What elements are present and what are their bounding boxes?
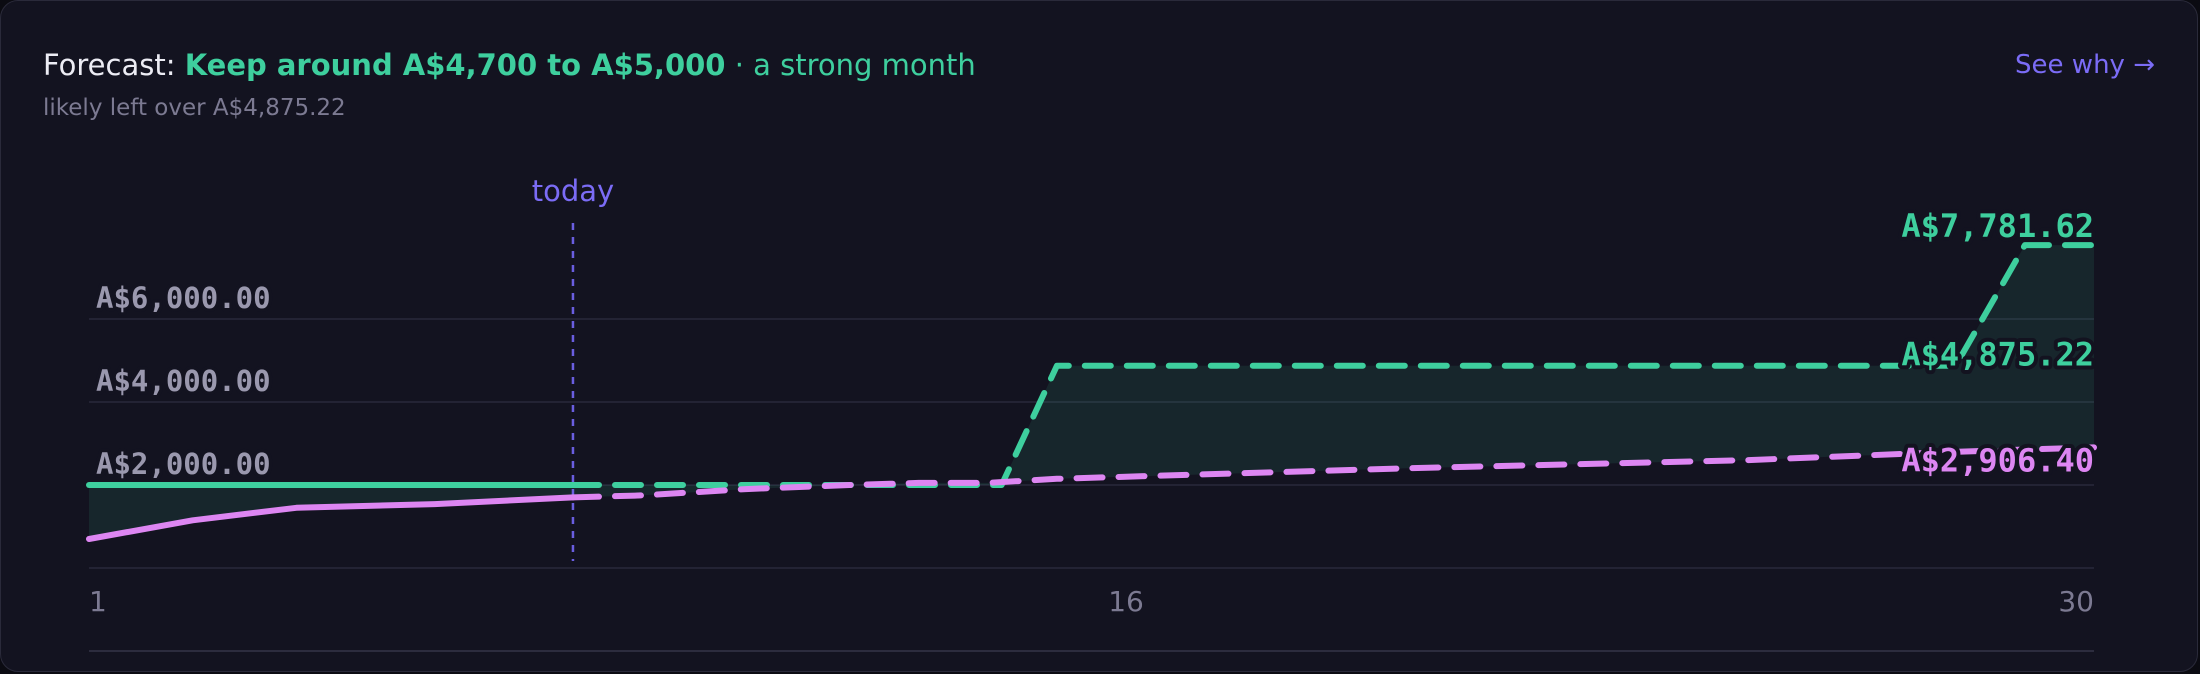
x-tick-label: 30 [2058,585,2094,618]
end-value-label: A$7,781.62 [1901,207,2094,245]
y-tick-label: A$6,000.00 [96,281,271,315]
y-tick-label: A$4,000.00 [96,364,271,398]
forecast-area-fill [89,245,2094,539]
x-tick-label: 1 [89,585,107,618]
today-marker: today [532,174,614,561]
forecast-area [89,245,2094,539]
end-value-label: A$4,875.22 [1901,336,2094,374]
y-tick-labels: A$6,000.00 A$4,000.00 A$2,000.00 [93,278,275,485]
x-tick-labels: 1 16 30 [89,585,2094,618]
forecast-chart: today A$6,000.00 A$4,000.00 A$2,000.00 1 16… [86,174,2098,652]
today-label: today [532,174,614,208]
y-tick-label: A$2,000.00 [96,447,271,481]
forecast-card: Forecast: Keep around A$4,700 to A$5,000… [0,0,2198,672]
x-tick-label: 16 [1108,585,1144,618]
end-value-label: A$2,906.40 [1901,441,2094,479]
